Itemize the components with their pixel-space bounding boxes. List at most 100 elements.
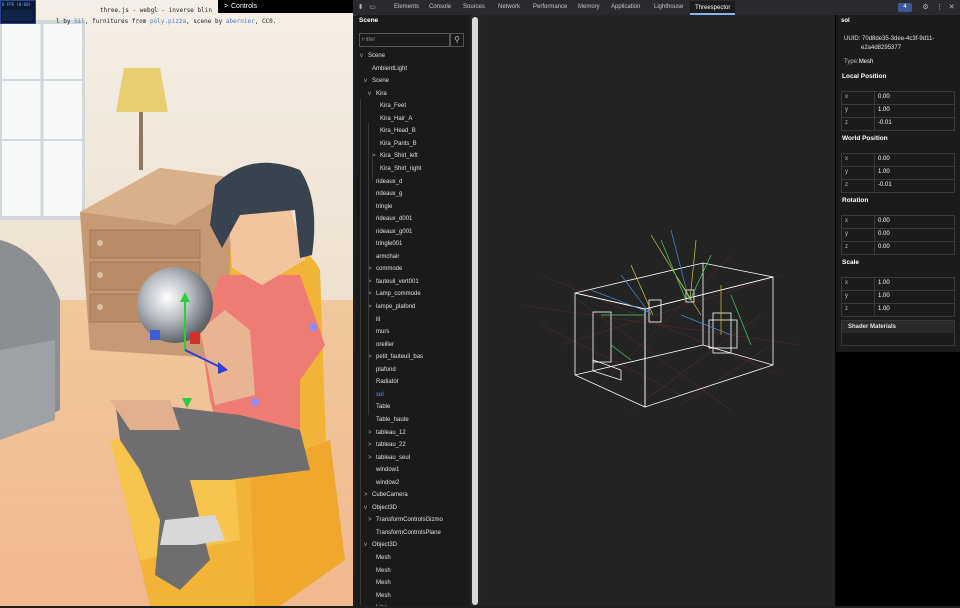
- scrollbar-thumb[interactable]: [472, 17, 478, 605]
- chevron-right-icon[interactable]: >: [368, 452, 376, 464]
- tree-item[interactable]: Radiator: [368, 376, 399, 388]
- tree-item[interactable]: murs: [368, 326, 389, 338]
- controls-panel-header[interactable]: > Controls: [218, 0, 353, 13]
- axis-value[interactable]: 1.00: [878, 107, 890, 113]
- tree-item[interactable]: Line: [368, 602, 387, 606]
- tree-item[interactable]: plafond: [368, 364, 396, 376]
- wireframe-canvas[interactable]: [481, 15, 835, 606]
- tree-item[interactable]: rideaux_g: [368, 188, 402, 200]
- axis-value[interactable]: -0.01: [878, 120, 892, 126]
- axis-value[interactable]: 0.00: [878, 231, 890, 237]
- chevron-right-icon[interactable]: >: [364, 489, 372, 501]
- filter-field[interactable]: [359, 33, 450, 47]
- tab-performance[interactable]: Performance: [533, 4, 567, 10]
- tree-item[interactable]: rideaux_g001: [368, 226, 412, 238]
- tab-network[interactable]: Network: [498, 4, 520, 10]
- chevron-right-icon[interactable]: >: [368, 288, 376, 300]
- tree-item[interactable]: > tableau_12: [368, 427, 406, 439]
- inspect-element-icon[interactable]: ⬍: [356, 3, 365, 12]
- tree-item[interactable]: tringle001: [368, 238, 402, 250]
- axis-value[interactable]: 0.00: [878, 218, 890, 224]
- tree-item[interactable]: v Object3D: [364, 502, 397, 514]
- device-toolbar-icon[interactable]: ▭: [368, 3, 377, 12]
- tree-item[interactable]: rideaux_d: [368, 176, 402, 188]
- axis-value[interactable]: 1.00: [878, 293, 890, 299]
- fps-stats-panel[interactable]: 0 FPS (0-60): [0, 0, 36, 24]
- vector-row[interactable]: z -0.01: [842, 180, 954, 192]
- tab-elements[interactable]: Elements: [394, 4, 419, 10]
- tree-item[interactable]: AmbientLight: [364, 63, 407, 75]
- three-viewport[interactable]: 0 FPS (0-60) three.js - webgl - inverse …: [0, 0, 353, 606]
- tree-item[interactable]: rideaux_d001: [368, 213, 412, 225]
- tree-item[interactable]: Kira_Pants_B: [372, 138, 417, 150]
- vector-row[interactable]: y 0.00: [842, 229, 954, 242]
- chevron-down-icon[interactable]: v: [364, 502, 372, 514]
- tree-item[interactable]: Table: [368, 401, 390, 413]
- tree-item[interactable]: > fauteuil_vert001: [368, 276, 419, 288]
- tree-item[interactable]: Kira_Shirt_right: [372, 163, 421, 175]
- chevron-right-icon[interactable]: >: [368, 263, 376, 275]
- tab-threespector[interactable]: Threespector: [690, 1, 736, 15]
- axis-value[interactable]: 1.00: [878, 280, 890, 286]
- vector-row[interactable]: z -0.01: [842, 118, 954, 130]
- tab-lighthouse[interactable]: Lighthouse: [654, 4, 683, 10]
- chevron-right-icon[interactable]: >: [372, 150, 380, 162]
- vector-row[interactable]: y 1.00: [842, 105, 954, 118]
- credit-link-source[interactable]: poly.pizza: [150, 18, 186, 25]
- chevron-right-icon[interactable]: >: [368, 439, 376, 451]
- more-menu-icon[interactable]: ⋮: [935, 3, 944, 12]
- tree-item[interactable]: window1: [368, 464, 399, 476]
- tree-item[interactable]: TransformControlsPlane: [368, 527, 441, 539]
- tree-item[interactable]: v Kira: [368, 88, 387, 100]
- tree-item[interactable]: Kira_Head_B: [372, 125, 416, 137]
- tree-item[interactable]: v Object3D: [364, 539, 397, 551]
- chevron-right-icon[interactable]: >: [368, 427, 376, 439]
- tree-item[interactable]: Mesh: [368, 590, 391, 602]
- search-icon[interactable]: ⚲: [450, 33, 464, 47]
- tree-item[interactable]: Table_haute: [368, 414, 409, 426]
- tree-item[interactable]: oreiller: [368, 339, 394, 351]
- tree-item[interactable]: window2: [368, 477, 399, 489]
- chevron-right-icon[interactable]: >: [368, 276, 376, 288]
- tree-item[interactable]: > Kira_Shirt_left: [372, 150, 418, 162]
- credit-link-author2[interactable]: abernier: [226, 18, 255, 25]
- vector-row[interactable]: z 0.00: [842, 242, 954, 254]
- axis-value[interactable]: 0.00: [878, 244, 890, 250]
- chevron-down-icon[interactable]: v: [364, 539, 372, 551]
- axis-value[interactable]: -0.01: [878, 182, 892, 188]
- axis-value[interactable]: 0.00: [878, 156, 890, 162]
- tree-item[interactable]: Mesh: [368, 565, 391, 577]
- tree-item[interactable]: > lampe_plafond: [368, 301, 415, 313]
- chevron-down-icon[interactable]: v: [368, 88, 376, 100]
- tree-item[interactable]: > TransformControlsGizmo: [368, 514, 443, 526]
- vector-row[interactable]: y 1.00: [842, 167, 954, 180]
- tab-application[interactable]: Application: [611, 4, 640, 10]
- shader-materials-header[interactable]: Shader Materials: [842, 321, 954, 333]
- tab-console[interactable]: Console: [429, 4, 451, 10]
- chevron-down-icon[interactable]: v: [364, 75, 372, 87]
- tree-item[interactable]: Kira_Hair_A: [372, 113, 412, 125]
- issues-badge[interactable]: 4: [898, 3, 912, 12]
- tree-item[interactable]: Mesh: [368, 577, 391, 589]
- gear-icon[interactable]: ⚙: [921, 3, 930, 12]
- chevron-right-icon[interactable]: >: [368, 351, 376, 363]
- chevron-down-icon[interactable]: v: [360, 50, 368, 62]
- tree-item[interactable]: Kira_Feet: [372, 100, 406, 112]
- tree-item[interactable]: > tableau_seul: [368, 452, 410, 464]
- tab-memory[interactable]: Memory: [578, 4, 600, 10]
- vector-row[interactable]: y 1.00: [842, 291, 954, 304]
- tree-item[interactable]: tringle: [368, 201, 392, 213]
- vector-row[interactable]: x 0.00: [842, 154, 954, 167]
- tree-item[interactable]: armchair: [368, 251, 399, 263]
- chevron-right-icon[interactable]: >: [368, 301, 376, 313]
- axis-value[interactable]: 1.00: [878, 306, 890, 312]
- tree-item[interactable]: v Scene: [360, 50, 385, 62]
- axis-value[interactable]: 0.00: [878, 94, 890, 100]
- tree-item[interactable]: v Scene: [364, 75, 389, 87]
- vector-row[interactable]: z 1.00: [842, 304, 954, 316]
- vector-row[interactable]: x 0.00: [842, 216, 954, 229]
- tree-item[interactable]: lit: [368, 314, 380, 326]
- wireframe-render[interactable]: [481, 15, 835, 606]
- tree-item[interactable]: sol: [368, 389, 384, 401]
- close-icon[interactable]: ✕: [947, 3, 956, 12]
